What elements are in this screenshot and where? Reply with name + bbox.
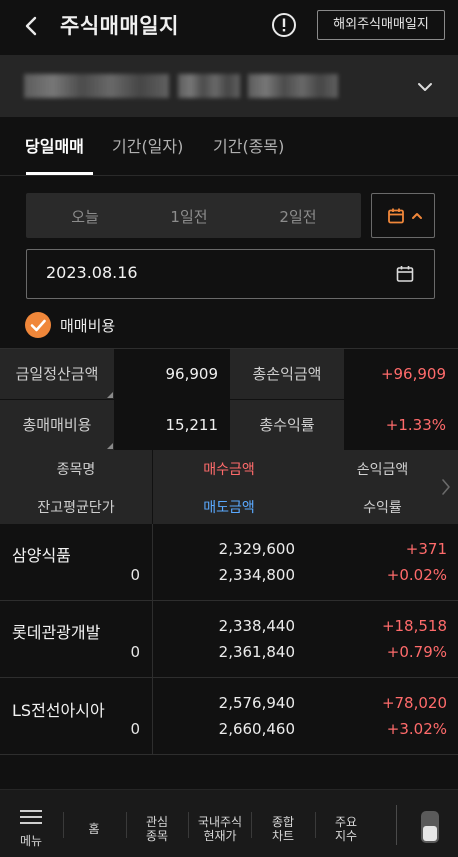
return-rate: +3.02%: [386, 720, 447, 738]
row-divider: [152, 524, 153, 600]
row-divider: [152, 678, 153, 754]
total-trade-cost-label: 총매매비용: [0, 400, 114, 450]
period-today-button[interactable]: 오늘: [45, 206, 125, 227]
nav-chart-line1: 종합: [271, 815, 295, 829]
back-arrow-icon[interactable]: [18, 12, 46, 40]
period-2days-ago-button[interactable]: 2일전: [258, 206, 338, 227]
sell-amount: 2,334,800: [218, 566, 295, 584]
col-sell-amount[interactable]: 매도금액: [153, 497, 305, 517]
stock-name[interactable]: 롯데관광개발: [12, 619, 100, 643]
nav-watchlist-line1: 관심: [145, 815, 169, 829]
settlement-amount-value: 96,909: [115, 349, 230, 399]
stock-avg-price: 0: [130, 566, 140, 584]
account-type-masked: [248, 74, 338, 98]
chevron-up-icon: [412, 213, 422, 219]
tooltip-corner-icon[interactable]: [107, 392, 113, 398]
total-return-label: 총수익률: [230, 400, 344, 450]
nav-separator: [63, 812, 64, 838]
toggle-switch-icon[interactable]: [420, 810, 440, 844]
nav-domestic-line2: 현재가: [203, 829, 237, 843]
total-return-value: +1.33%: [344, 400, 458, 450]
pnl-amount: +78,020: [381, 694, 447, 712]
stock-name[interactable]: 삼양식품: [12, 542, 71, 566]
fee-checkbox[interactable]: [25, 312, 51, 338]
chevron-down-icon[interactable]: [414, 76, 436, 98]
pnl-amount: +18,518: [381, 617, 447, 635]
col-buy-amount[interactable]: 매수금액: [153, 459, 305, 479]
nav-home[interactable]: 홈: [70, 822, 118, 836]
nav-index-line2: 지수: [334, 829, 358, 843]
nav-watchlist-line2: 종목: [145, 829, 169, 843]
nav-domestic-price[interactable]: 국내주식 현재가: [189, 815, 251, 843]
row-separator: [0, 600, 458, 601]
info-icon[interactable]: [271, 12, 297, 38]
col-stock-name[interactable]: 종목명: [0, 459, 152, 479]
pnl-amount: +371: [405, 540, 447, 558]
col-return-rate[interactable]: 수익률: [305, 497, 458, 517]
stock-avg-price: 0: [130, 643, 140, 661]
total-pnl-value: +96,909: [344, 349, 458, 399]
nav-separator: [396, 805, 397, 845]
tab-period-by-date[interactable]: 기간(일자): [112, 133, 183, 157]
row-separator: [0, 754, 458, 755]
tabs-divider: [0, 175, 458, 176]
nav-chart[interactable]: 종합 차트: [257, 815, 309, 843]
calendar-icon[interactable]: [395, 264, 415, 284]
buy-amount: 2,329,600: [218, 540, 295, 558]
row-separator: [0, 677, 458, 678]
nav-separator: [315, 812, 316, 838]
date-value: 2023.08.16: [46, 263, 138, 282]
tab-period-by-stock[interactable]: 기간(종목): [213, 133, 284, 157]
hamburger-menu-icon[interactable]: [20, 809, 42, 825]
tab-today-trades[interactable]: 당일매매: [25, 133, 84, 157]
buy-amount: 2,338,440: [218, 617, 295, 635]
settlement-amount-label: 금일정산금액: [0, 349, 114, 399]
stock-avg-price: 0: [130, 720, 140, 738]
total-trade-cost-value: 15,211: [115, 400, 230, 450]
sell-amount: 2,660,460: [218, 720, 295, 738]
buy-amount: 2,576,940: [218, 694, 295, 712]
nav-domestic-line1: 국내주식: [197, 815, 243, 829]
sell-amount: 2,361,840: [218, 643, 295, 661]
tooltip-corner-icon[interactable]: [107, 443, 113, 449]
nav-index-line1: 주요: [334, 815, 358, 829]
nav-watchlist[interactable]: 관심 종목: [132, 815, 182, 843]
nav-chart-line2: 차트: [271, 829, 295, 843]
page-title: 주식매매일지: [60, 14, 179, 38]
account-name-masked: [178, 74, 240, 98]
nav-index[interactable]: 주요 지수: [320, 815, 372, 843]
period-1day-ago-button[interactable]: 1일전: [149, 206, 229, 227]
col-pnl-amount[interactable]: 손익금액: [305, 459, 458, 479]
nav-separator: [126, 812, 127, 838]
total-pnl-label: 총손익금액: [230, 349, 344, 399]
return-rate: +0.79%: [386, 643, 447, 661]
overseas-trading-journal-button[interactable]: 해외주식매매일지: [317, 10, 445, 40]
col-avg-price[interactable]: 잔고평균단가: [0, 497, 152, 517]
calendar-icon: [388, 208, 404, 224]
nav-separator: [251, 812, 252, 838]
chevron-right-icon[interactable]: [440, 477, 452, 497]
account-number-masked: [24, 74, 169, 98]
stock-name[interactable]: LS전선아시아: [12, 697, 105, 721]
calendar-toggle-button[interactable]: [371, 193, 435, 238]
row-divider: [152, 601, 153, 677]
fee-checkbox-label: 매매비용: [60, 317, 116, 335]
nav-menu[interactable]: 메뉴: [8, 834, 54, 848]
return-rate: +0.02%: [386, 566, 447, 584]
checkmark-icon: [30, 319, 46, 332]
